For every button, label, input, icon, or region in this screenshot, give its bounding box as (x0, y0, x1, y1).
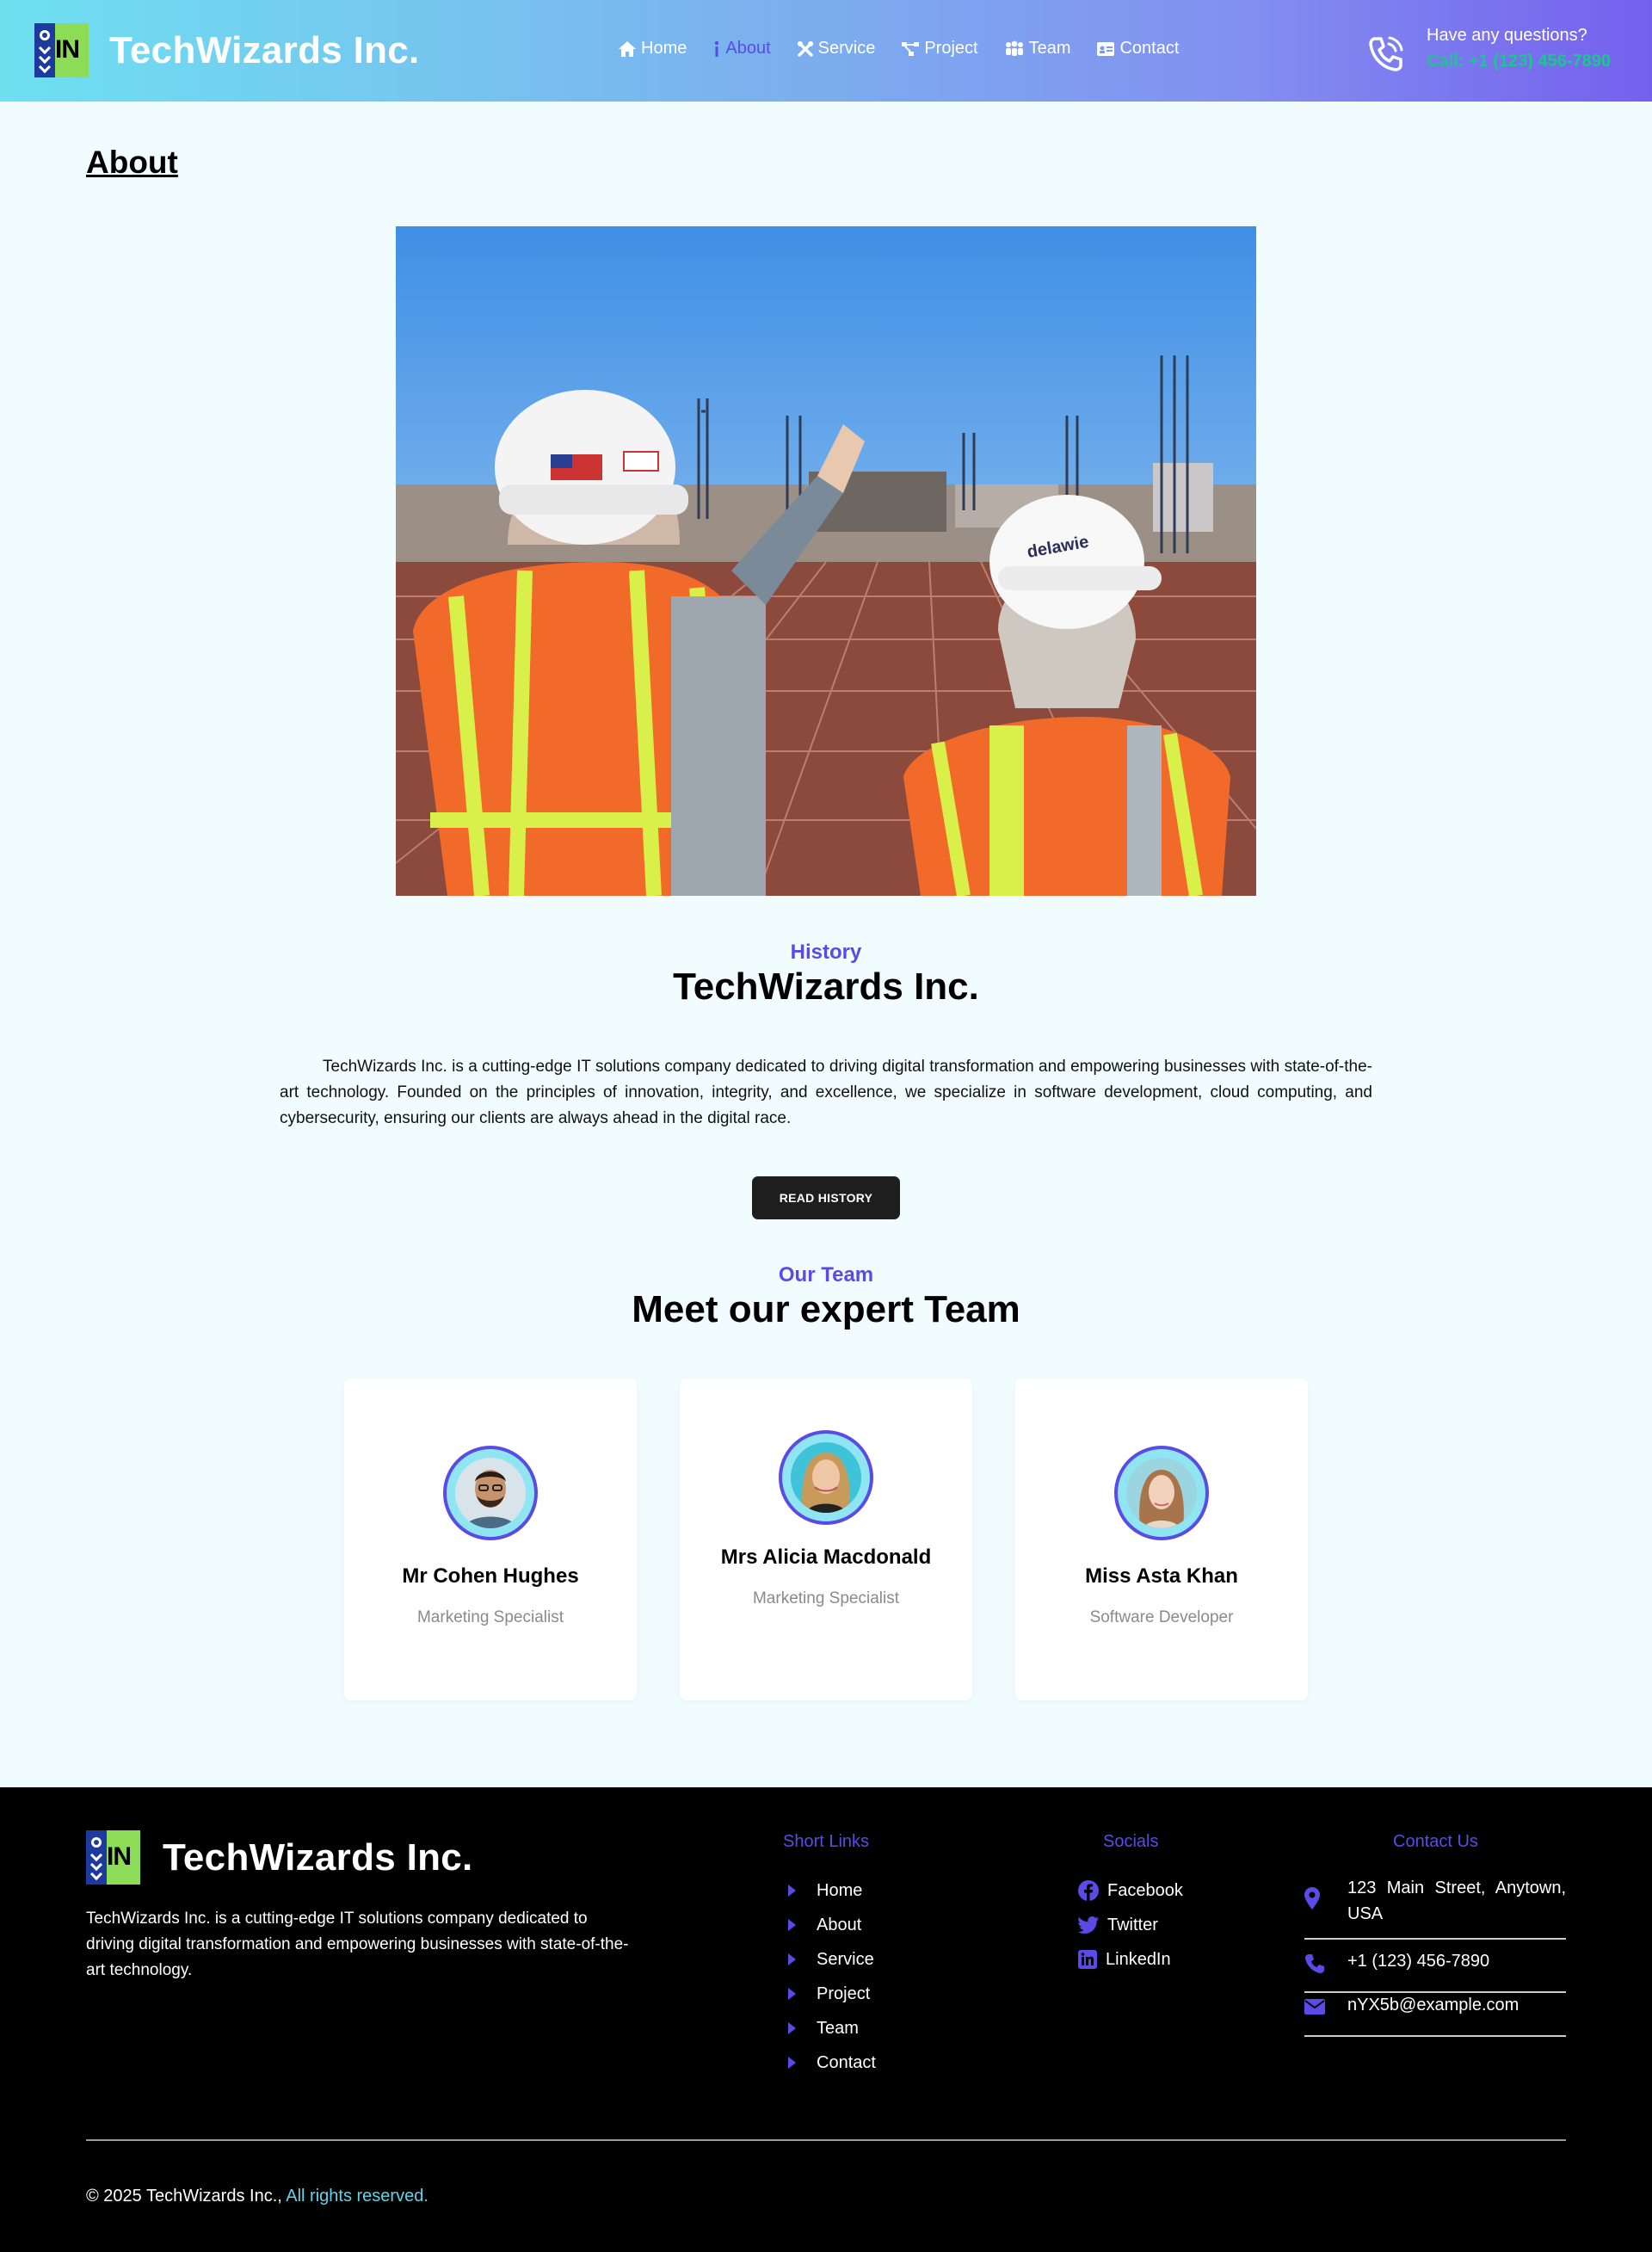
brand-name: TechWizards Inc. (109, 28, 420, 71)
caret-right-icon (788, 1988, 796, 2000)
footer-brand[interactable]: IN TechWizards Inc. (86, 1830, 473, 1885)
footer-address: 123 Main Street, Anytown, USA (1304, 1875, 1566, 1940)
socials-list: Facebook Twitter LinkedIn (1078, 1873, 1183, 1977)
footer-link-team[interactable]: Team (783, 2011, 876, 2045)
footer-divider (86, 2139, 1566, 2141)
envelope-icon (1304, 1999, 1325, 2014)
home-icon (619, 40, 636, 57)
footer-phone[interactable]: +1 (123) 456-7890 (1304, 1948, 1566, 1993)
footer-link-home[interactable]: Home (783, 1873, 876, 1908)
footer-about-text: TechWizards Inc. is a cutting-edge IT so… (86, 1910, 629, 1979)
phone-icon (1305, 1954, 1324, 1973)
caret-right-icon (788, 1919, 796, 1931)
socials-title: Socials (1103, 1832, 1159, 1851)
short-links-title: Short Links (783, 1832, 870, 1851)
site-header: IN TechWizards Inc. Home About Service P… (0, 0, 1652, 102)
nav-project-label: Project (924, 39, 978, 58)
read-history-button[interactable]: READ HISTORY (752, 1176, 900, 1219)
caret-right-icon (788, 2022, 796, 2034)
history-text: TechWizards Inc. is a cutting-edge IT so… (280, 1058, 1372, 1127)
footer-logo: IN (86, 1830, 140, 1885)
copyright-text: © 2025 TechWizards Inc., (86, 2187, 282, 2206)
caret-right-icon (788, 1885, 796, 1897)
page-title: About (86, 145, 178, 180)
nav-service-label: Service (817, 39, 876, 58)
footer-link-contact[interactable]: Contact (783, 2045, 876, 2080)
team-tag: Our Team (778, 1263, 874, 1286)
hero-image-construction-workers: delawie (396, 226, 1256, 896)
facebook-icon (1078, 1880, 1099, 1901)
header-contact: Have any questions? Call: +1 (123) 456-7… (1368, 26, 1611, 71)
nav-contact-label: Contact (1119, 39, 1180, 58)
contact-card-icon (1097, 41, 1115, 56)
nav-team-label: Team (1028, 39, 1071, 58)
team-icon (1005, 40, 1023, 56)
footer-link-service[interactable]: Service (783, 1942, 876, 1977)
brand-logo: IN (34, 23, 89, 77)
brand[interactable]: IN TechWizards Inc. (34, 23, 420, 77)
short-links-list: Home About Service Project Team Contact (783, 1873, 876, 2080)
member-name: Mr Cohen Hughes (402, 1564, 579, 1588)
member-role: Marketing Specialist (416, 1608, 564, 1626)
info-icon (715, 40, 719, 57)
history-heading: TechWizards Inc. (673, 966, 979, 1008)
avatar (443, 1446, 538, 1540)
nav-project[interactable]: Project (901, 39, 978, 59)
tools-icon (797, 40, 813, 57)
member-role: Software Developer (1089, 1608, 1234, 1626)
social-twitter[interactable]: Twitter (1078, 1908, 1183, 1942)
member-name: Miss Asta Khan (1085, 1564, 1238, 1588)
nav-contact[interactable]: Contact (1096, 39, 1179, 59)
footer-brand-name: TechWizards Inc. (163, 1836, 473, 1879)
header-call-number[interactable]: Call: +1 (123) 456-7890 (1427, 52, 1611, 71)
caret-right-icon (788, 1953, 796, 1965)
nav-service[interactable]: Service (797, 39, 876, 59)
twitter-icon (1078, 1916, 1099, 1934)
avatar (1114, 1446, 1209, 1540)
nav-home[interactable]: Home (618, 39, 687, 59)
phone-call-icon (1369, 36, 1403, 71)
history-tag: History (790, 941, 862, 964)
main-nav: Home About Service Project Team Contact (618, 39, 1205, 59)
team-card[interactable]: Miss Asta Khan Software Developer (1015, 1379, 1308, 1700)
footer-email[interactable]: nYX5b@example.com (1304, 1992, 1566, 2037)
footer-link-about[interactable]: About (783, 1908, 876, 1942)
copyright: © 2025 TechWizards Inc., All rights rese… (86, 2187, 428, 2206)
caret-right-icon (788, 2057, 796, 2069)
project-icon (902, 41, 920, 56)
nav-team[interactable]: Team (1004, 39, 1071, 59)
avatar (779, 1430, 873, 1525)
social-facebook[interactable]: Facebook (1078, 1873, 1183, 1908)
nav-about-label: About (725, 39, 771, 58)
member-role: Marketing Specialist (752, 1589, 900, 1607)
team-card[interactable]: Mrs Alicia Macdonald Marketing Specialis… (680, 1379, 972, 1700)
team-card[interactable]: Mr Cohen Hughes Marketing Specialist (344, 1379, 637, 1700)
team-heading: Meet our expert Team (632, 1288, 1020, 1330)
social-linkedin[interactable]: LinkedIn (1078, 1942, 1183, 1977)
linkedin-icon (1078, 1950, 1097, 1969)
nav-home-label: Home (641, 39, 687, 58)
rights-text: All rights reserved. (286, 2187, 428, 2206)
contact-us-title: Contact Us (1393, 1832, 1478, 1851)
member-name: Mrs Alicia Macdonald (720, 1546, 932, 1569)
header-question: Have any questions? (1427, 26, 1587, 45)
site-footer: IN TechWizards Inc. TechWizards Inc. is … (0, 1787, 1652, 2252)
nav-about[interactable]: About (712, 39, 771, 59)
map-pin-icon (1304, 1887, 1320, 1910)
footer-link-project[interactable]: Project (783, 1977, 876, 2011)
